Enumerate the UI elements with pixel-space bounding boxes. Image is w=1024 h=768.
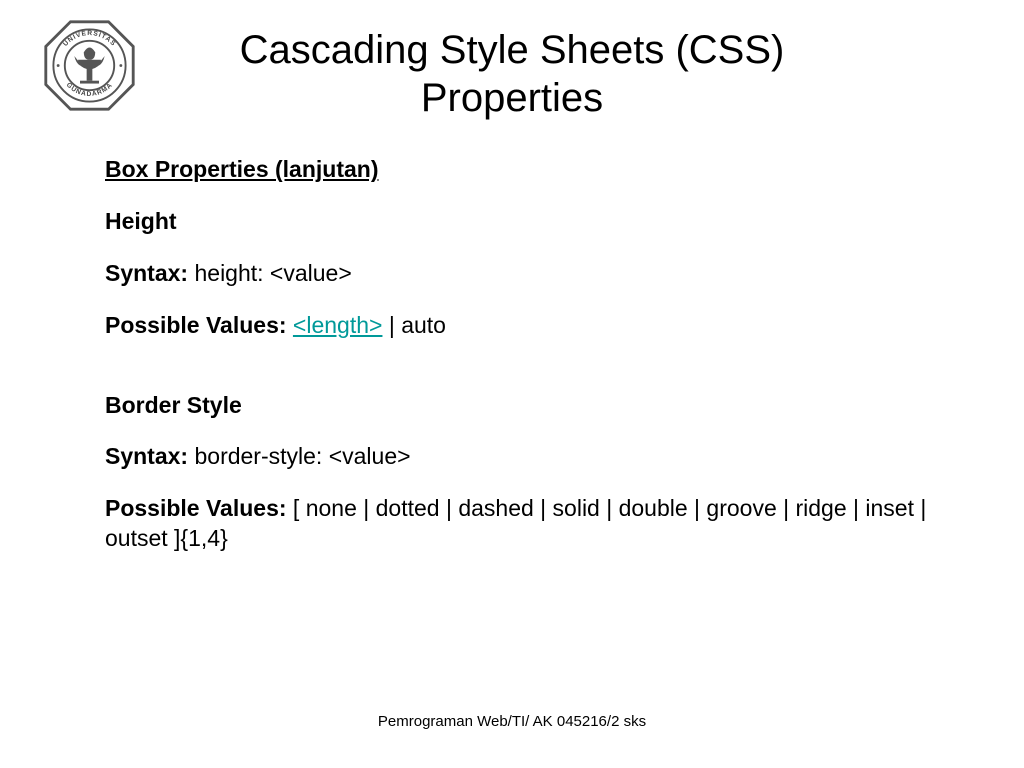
property-1-syntax: Syntax: height: <value> bbox=[105, 259, 969, 289]
property-2-syntax: Syntax: border-style: <value> bbox=[105, 442, 969, 472]
pv-rest: | auto bbox=[382, 312, 446, 338]
pv-label: Possible Values: bbox=[105, 495, 287, 521]
length-link[interactable]: <length> bbox=[293, 312, 383, 338]
slide-title: Cascading Style Sheets (CSS) Properties bbox=[0, 26, 1024, 122]
property-2-name: Border Style bbox=[105, 391, 969, 421]
slide-footer: Pemrograman Web/TI/ AK 045216/2 sks bbox=[0, 713, 1024, 730]
slide-body: Box Properties (lanjutan) Height Syntax:… bbox=[105, 155, 969, 576]
title-line-2: Properties bbox=[421, 76, 603, 120]
syntax-value: height: <value> bbox=[188, 260, 352, 286]
syntax-value: border-style: <value> bbox=[188, 443, 410, 469]
title-line-1: Cascading Style Sheets (CSS) bbox=[240, 28, 785, 72]
syntax-label: Syntax: bbox=[105, 443, 188, 469]
pv-label: Possible Values: bbox=[105, 312, 293, 338]
property-1-name: Height bbox=[105, 207, 969, 237]
property-2-possible-values: Possible Values: [ none | dotted | dashe… bbox=[105, 494, 969, 554]
syntax-label: Syntax: bbox=[105, 260, 188, 286]
section-heading: Box Properties (lanjutan) bbox=[105, 155, 969, 185]
property-1-possible-values: Possible Values: <length> | auto bbox=[105, 311, 969, 341]
